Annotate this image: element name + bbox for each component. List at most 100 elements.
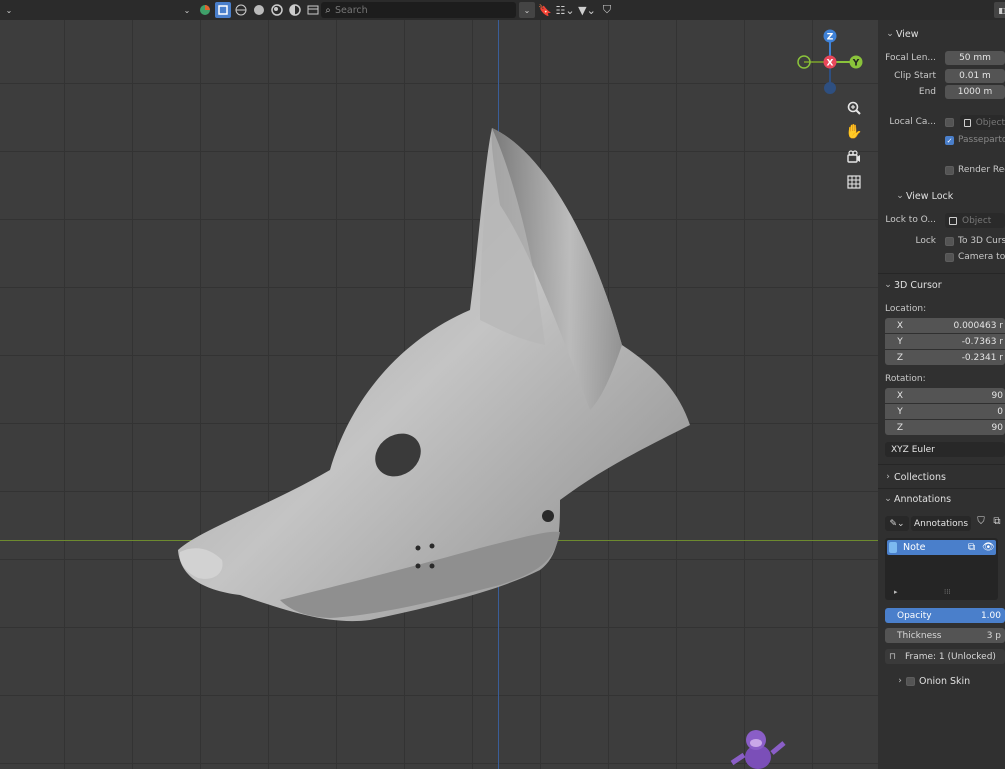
rotation-mode-value: XYZ Euler [891, 444, 935, 455]
section-divider [878, 464, 1005, 465]
section-annotations-header[interactable]: ⌄ Annotations [882, 490, 951, 508]
frame-lock-field[interactable]: ⊓ Frame: 1 (Unlocked) [885, 649, 1005, 664]
section-title: 3D Cursor [894, 279, 942, 291]
section-title: View Lock [906, 190, 954, 202]
rotation-label: Rotation: [885, 374, 926, 384]
rotation-mode-dropdown[interactable]: XYZ Euler [885, 442, 1005, 457]
value: 90 [991, 422, 1003, 433]
section-title: Onion Skin [919, 675, 971, 687]
solid-shading-icon[interactable] [251, 2, 267, 18]
mascot-icon [728, 725, 788, 769]
section-3d-cursor-header[interactable]: ⌄ 3D Cursor [882, 276, 942, 294]
value: 0.000463 r [953, 320, 1003, 331]
value: -0.2341 r [961, 352, 1003, 363]
section-collections-header[interactable]: › Collections [882, 468, 946, 486]
eye-icon[interactable]: 👁 [982, 542, 996, 553]
chevron-down-icon: ⌄ [884, 494, 892, 504]
grid-view-icon[interactable] [843, 171, 865, 193]
value: 90 [991, 390, 1003, 401]
axis-label: Y [897, 336, 903, 347]
layer-color-swatch[interactable] [889, 542, 897, 553]
object-icon [949, 216, 957, 225]
cursor-rotation-y[interactable]: Y0 [885, 404, 1005, 419]
chevron-down-icon: ⌄ [886, 29, 894, 39]
section-onion-skin-header[interactable]: › Onion Skin [894, 672, 970, 690]
fox-mask-model[interactable] [0, 0, 878, 769]
onion-copy-icon[interactable]: ⧉ [968, 542, 982, 553]
annotation-tool-button[interactable]: ✎⌄ [885, 516, 909, 531]
restrict-columns-icon[interactable]: ☷⌄ [555, 2, 575, 18]
lock-to-object-label: Lock to O... [885, 215, 936, 225]
gizmo-x-label: X [827, 59, 834, 69]
axis-label: Y [897, 406, 903, 417]
cursor-rotation-z[interactable]: Z 90 [885, 420, 1005, 435]
clip-start-field[interactable]: 0.01 m [945, 69, 1005, 83]
value: 0 [997, 406, 1003, 417]
lock-3d-cursor-checkbox[interactable] [945, 237, 954, 246]
overlay-icon[interactable] [305, 2, 321, 18]
rendered-shading-icon[interactable] [287, 2, 303, 18]
value: -0.7363 r [961, 336, 1003, 347]
camera-view-icon[interactable] [843, 146, 865, 168]
unlocked-icon: ⊓ [889, 651, 897, 662]
local-camera-checkbox[interactable] [945, 118, 954, 127]
camera-object-icon [964, 118, 971, 127]
section-view-lock-header[interactable]: ⌄ View Lock [894, 187, 953, 205]
section-view-header[interactable]: ⌄ View [884, 25, 918, 43]
clip-end-field[interactable]: 1000 m [945, 85, 1005, 99]
gizmo-z-label: Z [827, 33, 834, 43]
opacity-label: Opacity [897, 610, 932, 621]
opacity-slider[interactable]: Opacity 1.00 [885, 608, 1005, 623]
chevron-down-icon[interactable]: ⌄ [179, 2, 195, 18]
note-layer-item[interactable]: Note ⧉ 👁 [887, 540, 996, 555]
axis-label: X [896, 390, 904, 401]
search-placeholder: Search [335, 4, 368, 16]
chevron-down-icon: ⌄ [896, 191, 904, 201]
local-camera-object-field[interactable]: Object [960, 115, 1005, 130]
lock-label: Lock [915, 236, 936, 246]
thickness-value: 3 p [986, 630, 1001, 641]
navigation-gizmo[interactable]: Z Y X [790, 22, 870, 102]
passepartout-label: Passeparto [958, 135, 1005, 145]
shield-icon[interactable]: ⛉ [974, 516, 988, 531]
zoom-icon[interactable] [843, 97, 865, 119]
axis-label: X [896, 320, 904, 331]
section-divider [878, 488, 1005, 489]
3d-viewport[interactable]: Z Y X ✋ [0, 0, 878, 769]
focal-length-field[interactable]: 50 mm [945, 51, 1005, 65]
section-title: Collections [894, 471, 946, 483]
chevron-down-icon[interactable]: ⌄ [519, 2, 535, 18]
object-placeholder: Object [975, 117, 1005, 128]
render-region-checkbox[interactable] [945, 166, 954, 175]
list-resize-handle[interactable]: ⁞⁞⁞ [944, 588, 951, 596]
thickness-label: Thickness [897, 630, 942, 641]
gizmo-y-label: Y [852, 59, 860, 69]
onion-skin-checkbox[interactable] [906, 676, 915, 686]
pan-hand-icon[interactable]: ✋ [843, 121, 865, 143]
chevron-down-icon[interactable]: ⌄ [1, 2, 17, 18]
clip-end-label: End [918, 87, 936, 97]
annotation-layer-name[interactable]: Annotations [911, 516, 971, 531]
cursor-location-z[interactable]: Z -0.2341 r [885, 350, 1005, 365]
wireframe-shading-icon[interactable] [233, 2, 249, 18]
camera-to-view-checkbox[interactable] [945, 253, 954, 262]
editor-type-icon[interactable]: ◧ [994, 2, 1005, 18]
cursor-location-y[interactable]: Y -0.7363 r [885, 334, 1005, 349]
bookmark-icon[interactable]: 🔖 [537, 2, 553, 18]
thickness-field[interactable]: Thickness 3 p [885, 628, 1005, 643]
lock-object-field[interactable]: Object [945, 213, 1005, 228]
camera-to-view-label: Camera to [958, 252, 1005, 262]
section-divider [878, 273, 1005, 274]
material-shading-icon[interactable] [269, 2, 285, 18]
passepartout-checkbox[interactable]: ✓ [945, 136, 954, 145]
shield-icon[interactable]: ⛉ [599, 2, 615, 18]
object-color-icon[interactable] [197, 2, 213, 18]
cursor-rotation-x[interactable]: X 90 [885, 388, 1005, 403]
viewport-header: ⌄ ⌄ ⌕ Search ⌄ 🔖 ☷⌄ ▼⌄ ⛉ ◧ [0, 0, 1005, 20]
filter-icon[interactable]: ▼⌄ [577, 2, 597, 18]
copy-icon[interactable]: ⧉ [990, 516, 1004, 531]
search-input[interactable]: ⌕ Search [321, 2, 516, 18]
cursor-location-x[interactable]: X 0.000463 r [885, 318, 1005, 333]
axis-label: Z [896, 422, 904, 433]
select-box-icon[interactable] [215, 2, 231, 18]
